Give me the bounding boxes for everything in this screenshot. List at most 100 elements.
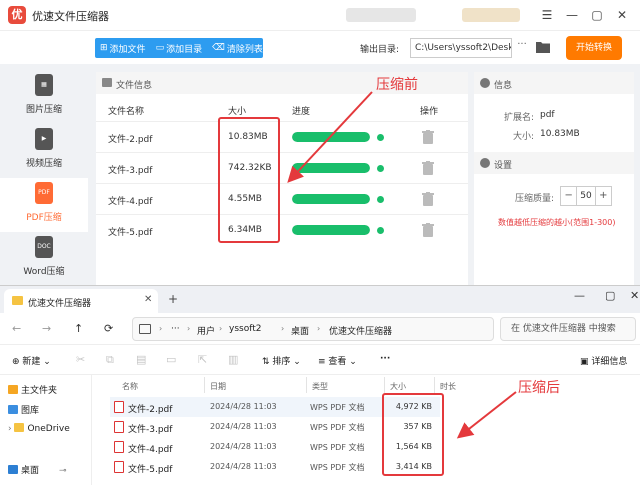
tab-close-icon[interactable]: ✕ — [144, 294, 152, 305]
open-folder-icon[interactable] — [536, 41, 550, 53]
file-row[interactable]: 文件-3.pdf 742.32KB — [96, 152, 468, 183]
delete-icon[interactable] — [422, 130, 434, 144]
new-label: 新建 — [22, 357, 41, 367]
breadcrumb-users[interactable]: 用户 — [197, 324, 215, 337]
add-file-icon: ⊞ — [100, 43, 108, 53]
explorer-tab[interactable]: 优速文件压缩器 ✕ — [4, 289, 158, 313]
annotation-box-after — [382, 393, 444, 476]
file-row[interactable]: 文件-2.pdf 10.83MB — [96, 121, 468, 152]
crumb-separator: › — [317, 324, 321, 333]
quality-increase-button[interactable]: + — [596, 187, 611, 205]
add-directory-button[interactable]: ▭ 添加目录 — [151, 42, 208, 55]
file-info-title: 文件信息 — [116, 81, 153, 91]
file-row[interactable]: 文件-4.pdf 4.55MB — [96, 183, 468, 214]
new-tab-icon[interactable]: + — [168, 292, 178, 306]
copy-icon[interactable]: ⧉ — [106, 353, 114, 367]
minimize-icon[interactable]: — — [562, 5, 582, 25]
nav-item-desktop[interactable]: 桌面 ⊸ — [8, 463, 67, 476]
file-row[interactable]: 文件-5.pdf 6.34MB — [96, 214, 468, 245]
delete-icon[interactable] — [422, 223, 434, 237]
breadcrumb-user[interactable]: yssoft2 — [229, 324, 261, 334]
quality-input[interactable]: 50 — [576, 187, 596, 205]
progress-fill — [292, 225, 370, 235]
column-size[interactable]: 大小 — [228, 104, 246, 117]
settings-header: 设置 — [474, 152, 634, 174]
nav-item-onedrive[interactable]: › OneDrive — [8, 423, 70, 434]
explorer-tab-title: 优速文件压缩器 — [28, 299, 92, 309]
quality-decrease-button[interactable]: − — [561, 187, 576, 205]
file-name: 文件-5.pdf — [108, 228, 153, 238]
app-logo-icon: 优 — [8, 6, 26, 24]
back-icon[interactable]: ← — [12, 322, 21, 335]
done-status-dot — [377, 227, 384, 234]
nav-item-label: 主文件夹 — [21, 386, 58, 396]
add-file-button[interactable]: ⊞ 添加文件 — [95, 42, 151, 55]
up-icon[interactable]: ↑ — [74, 322, 83, 335]
column-name[interactable]: 文件名称 — [108, 104, 144, 117]
sidebar-item-pdf[interactable]: PDF PDF压缩 — [0, 178, 88, 232]
cut-icon[interactable]: ✂ — [76, 353, 85, 366]
nav-item-home[interactable]: 主文件夹 — [8, 383, 57, 396]
column-type[interactable]: 类型 — [312, 381, 328, 392]
details-button[interactable]: ▣ 详细信息 — [580, 354, 627, 367]
column-size[interactable]: 大小 — [390, 381, 406, 392]
column-date[interactable]: 日期 — [210, 381, 226, 392]
quality-stepper[interactable]: − 50 + — [560, 186, 612, 206]
menu-icon[interactable]: ☰ — [537, 5, 557, 25]
file-name: 文件-2.pdf — [108, 135, 153, 145]
column-divider[interactable] — [384, 377, 385, 393]
sidebar-item-image[interactable]: ▦ 图片压缩 — [0, 70, 88, 124]
clear-list-button[interactable]: ⌫ 清除列表 — [207, 42, 268, 55]
maximize-icon[interactable]: ▢ — [605, 289, 615, 302]
view-button[interactable]: ≡ 查看 ⌄ — [318, 354, 357, 367]
column-progress[interactable]: 进度 — [292, 104, 310, 117]
explorer-nav-pane: 主文件夹 图库 › OneDrive 桌面 ⊸ — [0, 375, 92, 485]
breadcrumb-more[interactable]: ··· — [171, 324, 180, 334]
maximize-icon[interactable]: ▢ — [587, 5, 607, 25]
explorer-address-bar: ← → ↑ ⟳ › ··· › 用户 › yssoft2 › 桌面 › 优速文件… — [0, 313, 640, 345]
row-date: 2024/4/28 11:03 — [210, 402, 277, 411]
column-duration[interactable]: 时长 — [440, 381, 456, 392]
refresh-icon[interactable]: ⟳ — [104, 322, 113, 335]
breadcrumb-folder[interactable]: 优速文件压缩器 — [329, 324, 392, 337]
row-date: 2024/4/28 11:03 — [210, 462, 277, 471]
output-dir-input[interactable]: C:\Users\yssoft2\Deskt — [410, 38, 512, 58]
sidebar-item-word[interactable]: DOC Word压缩 — [0, 232, 88, 286]
delete-icon[interactable] — [422, 161, 434, 175]
forward-icon[interactable]: → — [42, 322, 51, 335]
desktop-icon — [8, 465, 18, 474]
sort-button[interactable]: ⇅ 排序 ⌄ — [262, 354, 301, 367]
info-header: 信息 — [474, 72, 634, 94]
browse-more-button[interactable]: ··· — [514, 39, 530, 57]
breadcrumb-desktop[interactable]: 桌面 — [291, 324, 309, 337]
new-button[interactable]: ⊕ 新建 ⌄ — [12, 354, 51, 367]
app-title: 优速文件压缩器 — [32, 10, 109, 23]
sidebar-item-video[interactable]: ▶ 视频压缩 — [0, 124, 88, 178]
annotation-before: 压缩前 — [376, 77, 418, 93]
delete-icon[interactable]: ▥ — [228, 353, 238, 366]
crumb-separator: › — [219, 324, 223, 333]
rename-icon[interactable]: ▭ — [166, 353, 176, 366]
paste-icon[interactable]: ▤ — [136, 353, 146, 366]
folder-icon — [14, 423, 25, 432]
nav-item-gallery[interactable]: 图库 — [8, 403, 39, 416]
minimize-icon[interactable]: — — [574, 289, 585, 302]
annotation-after: 压缩后 — [518, 380, 560, 396]
more-options-button[interactable]: ··· — [380, 354, 390, 364]
gear-icon — [480, 158, 490, 168]
address-input[interactable]: › ··· › 用户 › yssoft2 › 桌面 › 优速文件压缩器 — [132, 317, 494, 341]
search-input[interactable]: 在 优速文件压缩器 中搜索 — [500, 317, 636, 341]
column-divider[interactable] — [306, 377, 307, 393]
row-type: WPS PDF 文档 — [310, 443, 365, 452]
sort-icon: ⇅ — [262, 357, 273, 367]
chevron-down-icon: ⌄ — [40, 357, 51, 367]
close-icon[interactable]: ✕ — [612, 5, 632, 25]
column-divider[interactable] — [204, 377, 205, 393]
column-divider[interactable] — [434, 377, 435, 393]
column-name[interactable]: 名称 — [122, 381, 138, 392]
computer-icon — [139, 324, 151, 334]
delete-icon[interactable] — [422, 192, 434, 206]
start-convert-button[interactable]: 开始转换 — [566, 36, 622, 60]
close-icon[interactable]: ✕ — [630, 289, 639, 302]
share-icon[interactable]: ⇱ — [198, 353, 207, 366]
